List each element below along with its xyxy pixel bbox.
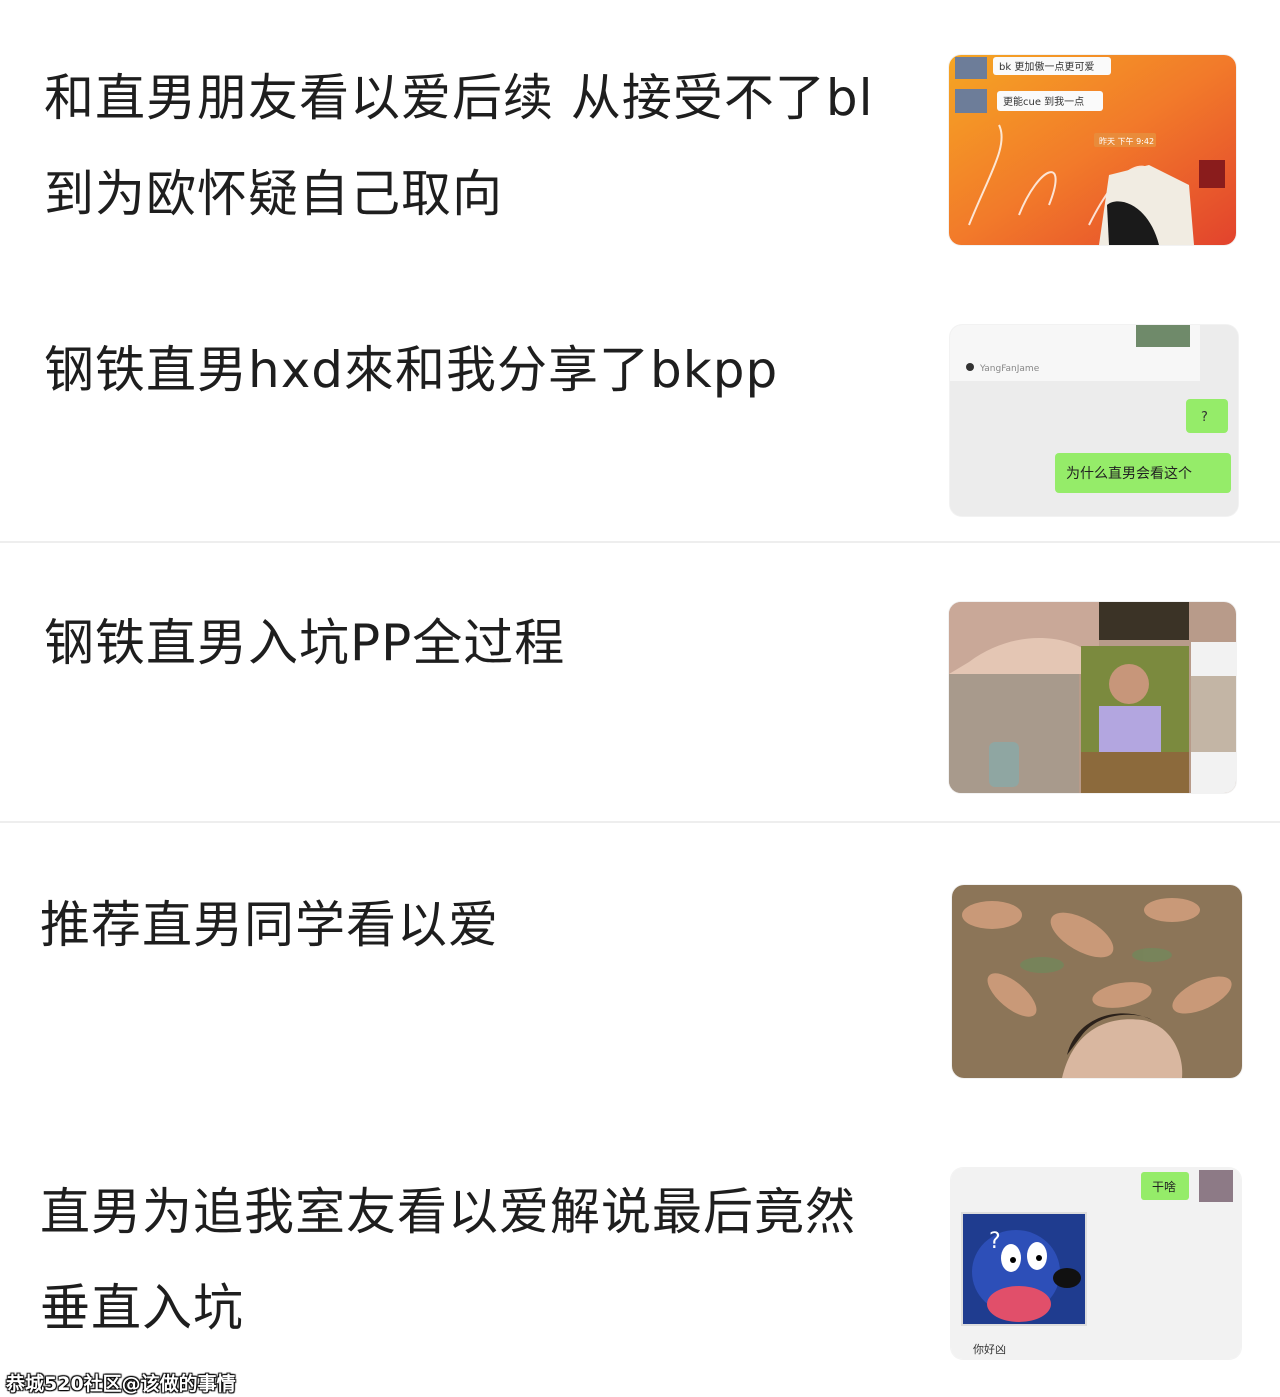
feed-item-title[interactable]: 推荐直男同学看以爱 [40,877,880,973]
feed-item-thumbnail[interactable] [952,885,1242,1078]
thumb-text: 干啥 [1152,1179,1176,1194]
feed-item-thumbnail[interactable] [949,602,1236,793]
feed-item-title[interactable]: 钢铁直男hxd來和我分享了bkpp [44,322,884,418]
thumb-text: bk 更加傲一点更可爱 [999,60,1094,73]
feed-item-thumbnail[interactable]: 干啥 ? 你好凶 [951,1168,1241,1359]
thumb-text: 你好凶 [973,1342,1006,1356]
thumb-text: 更能cue 到我一点 [1003,95,1084,108]
feed-item-title[interactable]: 和直男朋友看以爱后续 从接受不了bl到为欧怀疑自己取向 [44,50,884,242]
thumb-text: ? [1201,410,1208,425]
thumb-text: YangFanJame [979,364,1040,374]
thumb-text: 为什么直男会看这个 [1066,465,1192,482]
thumb-text: 昨天 下午 9:42 [1099,136,1154,146]
feed-item[interactable]: 钢铁直男hxd來和我分享了bkpp YangFanJame ? 为什么直男会看这… [0,270,1280,542]
feed-item[interactable]: 推荐直男同学看以爱 [0,823,1280,1118]
feed-item[interactable]: 钢铁直男入坑PP全过程 [0,543,1280,821]
feed-item-title[interactable]: 直男为追我室友看以爱解说最后竟然垂直入坑 [40,1164,880,1356]
feed-item-title[interactable]: 钢铁直男入坑PP全过程 [44,595,884,691]
feed-item[interactable]: 直男为追我室友看以爱解说最后竟然垂直入坑 干啥 ? 你好凶 [0,1118,1280,1397]
watermark: 恭城520社区@该做的事情 [6,1373,236,1395]
feed-item-thumbnail[interactable]: YangFanJame ? 为什么直男会看这个 [950,325,1238,516]
feed-item-thumbnail[interactable]: bk 更加傲一点更可爱 更能cue 到我一点 昨天 下午 9:42 [949,55,1236,245]
svg-text:?: ? [989,1229,1001,1254]
feed-item[interactable]: 和直男朋友看以爱后续 从接受不了bl到为欧怀疑自己取向 bk 更加傲一点更可爱 … [0,0,1280,270]
